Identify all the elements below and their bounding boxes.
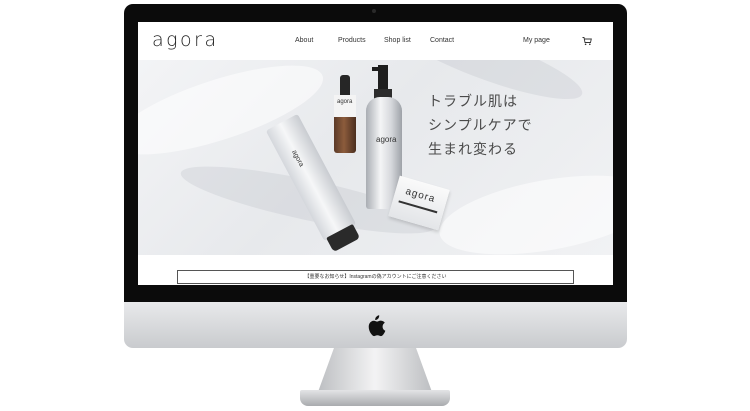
nav-my-page[interactable]: My page: [523, 37, 550, 44]
tube-cap: [326, 223, 361, 253]
hero-banner: agora agora agora agora トラブル肌は シンプルケアで 生…: [138, 60, 613, 255]
product-dropper-label: agora: [337, 99, 353, 105]
product-pump-label: agora: [376, 135, 397, 144]
monitor-stand-foot: [300, 390, 450, 406]
site-logo[interactable]: agora: [152, 29, 219, 51]
website-screen: agora About Products Shop list Contact M…: [138, 22, 613, 285]
hero-copy: トラブル肌は シンプルケアで 生まれ変わる: [428, 90, 533, 162]
fabric-fold: [433, 161, 613, 255]
hero-copy-line-2: シンプルケアで: [428, 118, 533, 134]
product-dropper-bottle: agora: [334, 75, 356, 155]
apple-logo-icon: [368, 315, 386, 337]
product-box-label: agora: [404, 186, 437, 206]
monitor-stand-neck: [318, 348, 432, 392]
nav-products[interactable]: Products: [338, 37, 366, 44]
notice-banner[interactable]: 【重要なお知らせ】Instagramの偽アカウントにご注意ください: [177, 270, 574, 284]
hero-copy-line-1: トラブル肌は: [428, 94, 518, 110]
hero-copy-line-3: 生まれ変わる: [428, 142, 518, 158]
nav-about[interactable]: About: [295, 37, 313, 44]
cart-icon[interactable]: [582, 36, 592, 46]
camera-icon: [372, 9, 376, 13]
product-tube-label: agora: [290, 149, 305, 169]
nav-contact[interactable]: Contact: [430, 37, 454, 44]
nav-shop-list[interactable]: Shop list: [384, 37, 411, 44]
dropper-cap: [340, 75, 350, 95]
pump-head: [378, 65, 388, 91]
site-header: agora About Products Shop list Contact M…: [138, 22, 613, 60]
